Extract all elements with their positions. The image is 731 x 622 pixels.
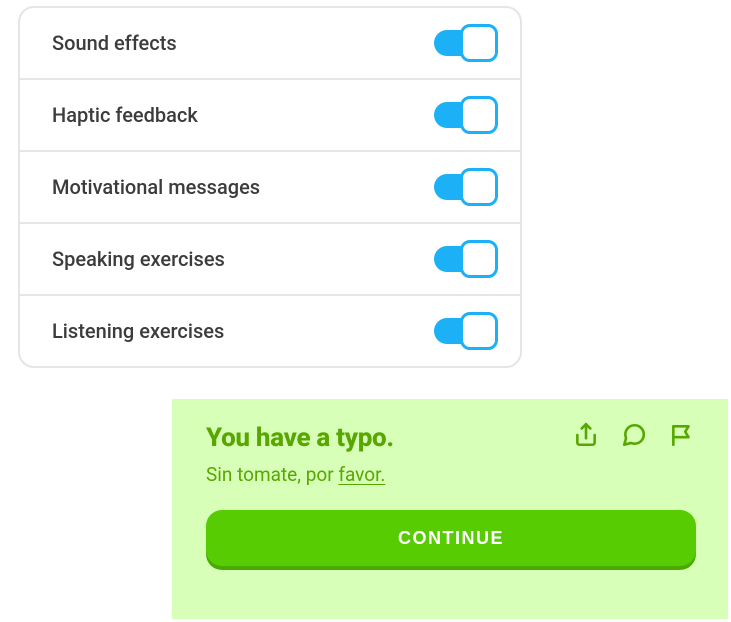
settings-card: Sound effects Haptic feedback Motivation…: [18, 6, 522, 368]
setting-row-motivational-messages: Motivational messages: [20, 152, 520, 224]
toggle-speaking-exercises[interactable]: [434, 240, 498, 278]
toggle-haptic-feedback[interactable]: [434, 96, 498, 134]
setting-row-sound-effects: Sound effects: [20, 8, 520, 80]
setting-label: Haptic feedback: [52, 103, 198, 127]
sentence-prefix: Sin tomate, por: [206, 463, 338, 486]
feedback-sentence: Sin tomate, por favor.: [206, 463, 696, 486]
share-icon[interactable]: [572, 421, 600, 449]
banner-actions: [572, 421, 696, 449]
setting-label: Listening exercises: [52, 319, 224, 343]
toggle-thumb: [460, 240, 498, 278]
toggle-thumb: [460, 24, 498, 62]
toggle-thumb: [460, 96, 498, 134]
typo-word: favor.: [338, 463, 385, 486]
setting-row-listening-exercises: Listening exercises: [20, 296, 520, 366]
toggle-listening-exercises[interactable]: [434, 312, 498, 350]
flag-icon[interactable]: [668, 421, 696, 449]
setting-label: Sound effects: [52, 31, 177, 55]
setting-row-speaking-exercises: Speaking exercises: [20, 224, 520, 296]
toggle-thumb: [460, 312, 498, 350]
setting-row-haptic-feedback: Haptic feedback: [20, 80, 520, 152]
setting-label: Speaking exercises: [52, 247, 225, 271]
feedback-heading: You have a typo.: [206, 423, 394, 453]
banner-header: You have a typo.: [206, 423, 696, 453]
comment-icon[interactable]: [620, 421, 648, 449]
feedback-banner: You have a typo. Sin tomate,: [172, 399, 728, 619]
continue-button[interactable]: CONTINUE: [206, 510, 696, 566]
toggle-sound-effects[interactable]: [434, 24, 498, 62]
toggle-motivational-messages[interactable]: [434, 168, 498, 206]
toggle-thumb: [460, 168, 498, 206]
setting-label: Motivational messages: [52, 175, 260, 199]
